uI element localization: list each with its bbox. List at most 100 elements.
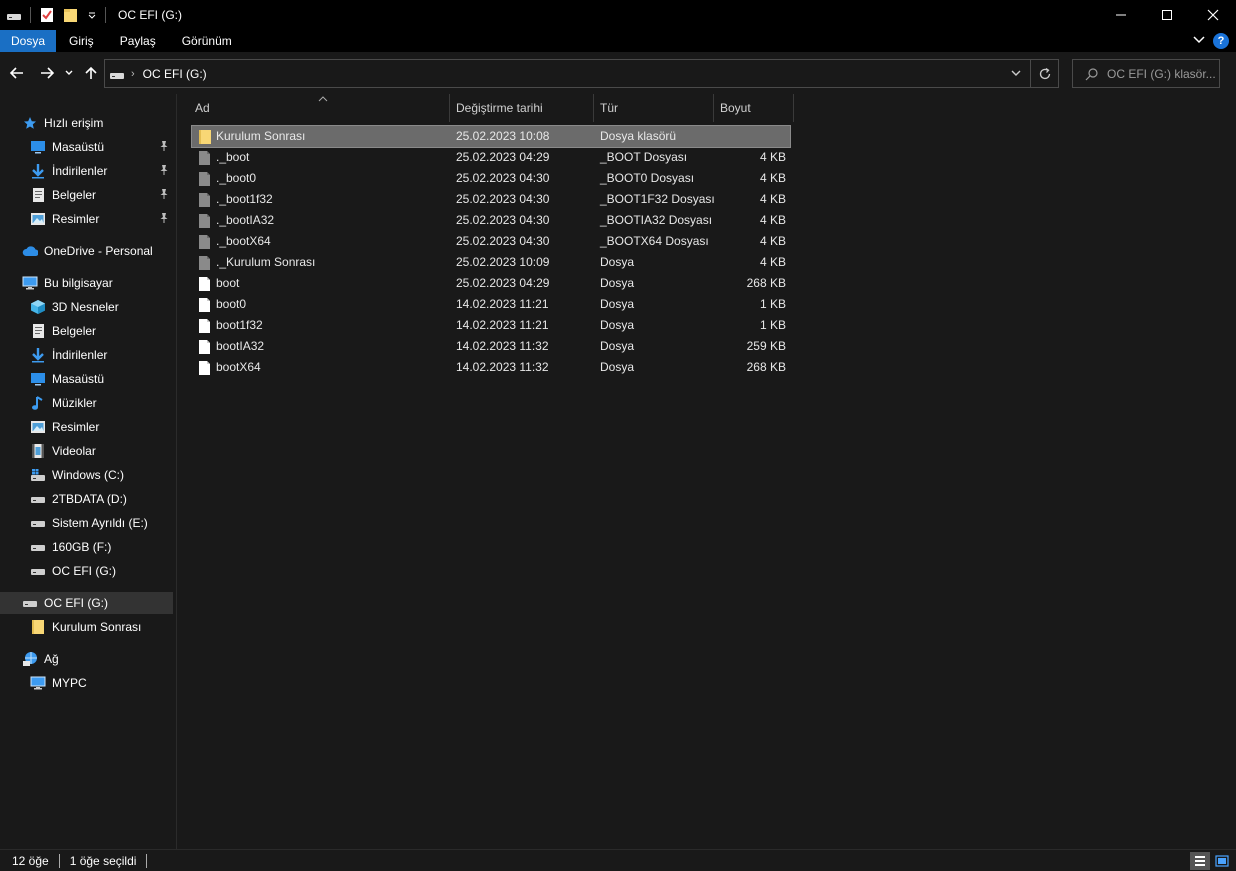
column-header-name[interactable]: Ad [178, 94, 450, 122]
maximize-button[interactable] [1144, 0, 1190, 30]
documents-icon [30, 323, 46, 339]
large-icons-view-button[interactable] [1212, 852, 1232, 870]
file-row[interactable]: bootX64 14.02.2023 11:32 Dosya 268 KB [192, 357, 790, 378]
file-date: 14.02.2023 11:32 [456, 339, 549, 353]
sidebar-item[interactable]: 2TBDATA (D:) [0, 488, 173, 510]
help-icon[interactable]: ? [1213, 33, 1229, 49]
window-title: OC EFI (G:) [118, 8, 182, 22]
sidebar-item[interactable]: Belgeler [0, 184, 173, 206]
file-size: 4 KB [759, 255, 786, 269]
details-view-button[interactable] [1190, 852, 1210, 870]
ribbon-tabs: Dosya Giriş Paylaş Görünüm ? [0, 30, 1236, 52]
sidebar-item[interactable]: OC EFI (G:) [0, 592, 173, 614]
recent-locations-button[interactable] [63, 64, 75, 82]
new-folder-icon[interactable] [63, 7, 79, 23]
tab-file[interactable]: Dosya [0, 30, 57, 52]
file-row[interactable]: ._boot1f32 25.02.2023 04:30 _BOOT1F32 Dosy… [192, 189, 790, 210]
item-count: 12 öğe [12, 853, 49, 868]
title-bar: OC EFI (G:) [0, 0, 1236, 30]
sidebar-item[interactable]: Resimler [0, 416, 173, 438]
pin-icon[interactable] [159, 140, 171, 154]
sidebar-item[interactable]: 3D Nesneler [0, 296, 173, 318]
file-row[interactable]: Kurulum Sonrası 25.02.2023 10:08 Dosya kla… [191, 125, 791, 148]
minimize-button[interactable] [1098, 0, 1144, 30]
sidebar-item-label: Kurulum Sonrası [52, 620, 142, 634]
navigation-bar: › OC EFI (G:) OC EFI (G:) klasör... [0, 52, 1236, 94]
up-button[interactable] [82, 64, 100, 82]
sidebar-item[interactable]: Videolar [0, 440, 173, 462]
back-button[interactable] [8, 64, 26, 82]
forward-button[interactable] [38, 64, 56, 82]
sidebar-item[interactable]: Masaüstü [0, 136, 173, 158]
sidebar-item-label: Windows (C:) [52, 468, 125, 482]
address-bar[interactable]: › OC EFI (G:) [104, 59, 1059, 88]
arrow-right-icon [41, 67, 55, 79]
cloud-icon [22, 243, 38, 259]
file-date: 25.02.2023 04:30 [456, 192, 550, 206]
file-row[interactable]: boot0 14.02.2023 11:21 Dosya 1 KB [192, 294, 790, 315]
large-icons-view-icon [1215, 855, 1229, 867]
sidebar-item[interactable]: İndirilenler [0, 344, 173, 366]
sidebar-item[interactable]: MYPC [0, 672, 173, 694]
tab-view[interactable]: Görünüm [169, 30, 245, 52]
sidebar-item[interactable]: Masaüstü [0, 368, 173, 390]
column-header-type[interactable]: Tür [594, 94, 714, 122]
file-date: 14.02.2023 11:21 [456, 297, 549, 311]
network-icon [22, 651, 38, 667]
tab-home[interactable]: Giriş [56, 30, 107, 52]
file-name: boot1f32 [216, 318, 263, 332]
sidebar-item-label: Ağ [44, 652, 59, 666]
pin-icon[interactable] [159, 164, 171, 178]
close-button[interactable] [1190, 0, 1236, 30]
maximize-icon [1162, 10, 1172, 20]
file-row[interactable]: ._boot0 25.02.2023 04:30 _BOOT0 Dosyası 4 K… [192, 168, 790, 189]
sidebar-item[interactable]: 160GB (F:) [0, 536, 173, 558]
search-box[interactable]: OC EFI (G:) klasör... [1072, 59, 1220, 88]
sidebar-item[interactable]: OC EFI (G:) [0, 560, 173, 582]
tab-share[interactable]: Paylaş [107, 30, 169, 52]
sidebar-item[interactable]: Hızlı erişim [0, 112, 173, 134]
sidebar-item[interactable]: Kurulum Sonrası [0, 616, 173, 638]
breadcrumb-current[interactable]: OC EFI (G:) [143, 67, 207, 81]
sidebar-item[interactable]: Müzikler [0, 392, 173, 414]
file-type: Dosya klasörü [600, 129, 677, 143]
sidebar-item[interactable]: Windows (C:) [0, 464, 173, 486]
file-row[interactable]: boot1f32 14.02.2023 11:21 Dosya 1 KB [192, 315, 790, 336]
file-name: ._Kurulum Sonrası [216, 255, 316, 269]
sidebar-item[interactable]: OneDrive - Personal [0, 240, 173, 262]
file-name: bootIA32 [216, 339, 265, 353]
file-row[interactable]: bootIA32 14.02.2023 11:32 Dosya 259 KB [192, 336, 790, 357]
file-row[interactable]: ._Kurulum Sonrası 25.02.2023 10:09 Dosya 4 … [192, 252, 790, 273]
sidebar-item[interactable]: Sistem Ayrıldı (E:) [0, 512, 173, 534]
chevron-down-icon[interactable] [87, 7, 97, 23]
sidebar-item-label: OC EFI (G:) [44, 596, 108, 610]
breadcrumb-separator-icon: › [131, 67, 135, 80]
sidebar-item[interactable]: Ağ [0, 648, 173, 670]
file-name: ._boot0 [216, 171, 257, 185]
hidden-file-icon [198, 213, 211, 229]
file-row[interactable]: ._boot 25.02.2023 04:29 _BOOT Dosyası 4 KB [192, 147, 790, 168]
windows-drive-icon [30, 467, 46, 483]
sidebar-item-label: İndirilenler [52, 348, 108, 362]
computer-icon [30, 675, 46, 691]
file-row[interactable]: boot 25.02.2023 04:29 Dosya 268 KB [192, 273, 790, 294]
address-history-dropdown[interactable] [1010, 67, 1022, 82]
drive-icon[interactable] [6, 7, 22, 23]
file-row[interactable]: ._bootX64 25.02.2023 04:30 _BOOTX64 Dosyas… [192, 231, 790, 252]
expand-ribbon-icon[interactable] [1193, 34, 1205, 49]
file-size: 1 KB [759, 297, 786, 311]
pin-icon[interactable] [159, 188, 171, 202]
column-header-date[interactable]: Değiştirme tarihi [450, 94, 594, 122]
sidebar-item-label: Müzikler [52, 396, 97, 410]
sidebar-item[interactable]: Belgeler [0, 320, 173, 342]
file-date: 25.02.2023 04:29 [456, 150, 550, 164]
properties-icon[interactable] [39, 7, 55, 23]
file-name: boot0 [216, 297, 247, 311]
sidebar-item[interactable]: İndirilenler [0, 160, 173, 182]
column-header-size[interactable]: Boyut [714, 94, 794, 122]
pin-icon[interactable] [159, 212, 171, 226]
file-row[interactable]: ._bootIA32 25.02.2023 04:30 _BOOTIA32 Dosy… [192, 210, 790, 231]
refresh-button[interactable] [1030, 60, 1058, 87]
sidebar-item[interactable]: Resimler [0, 208, 173, 230]
sidebar-item[interactable]: Bu bilgisayar [0, 272, 173, 294]
